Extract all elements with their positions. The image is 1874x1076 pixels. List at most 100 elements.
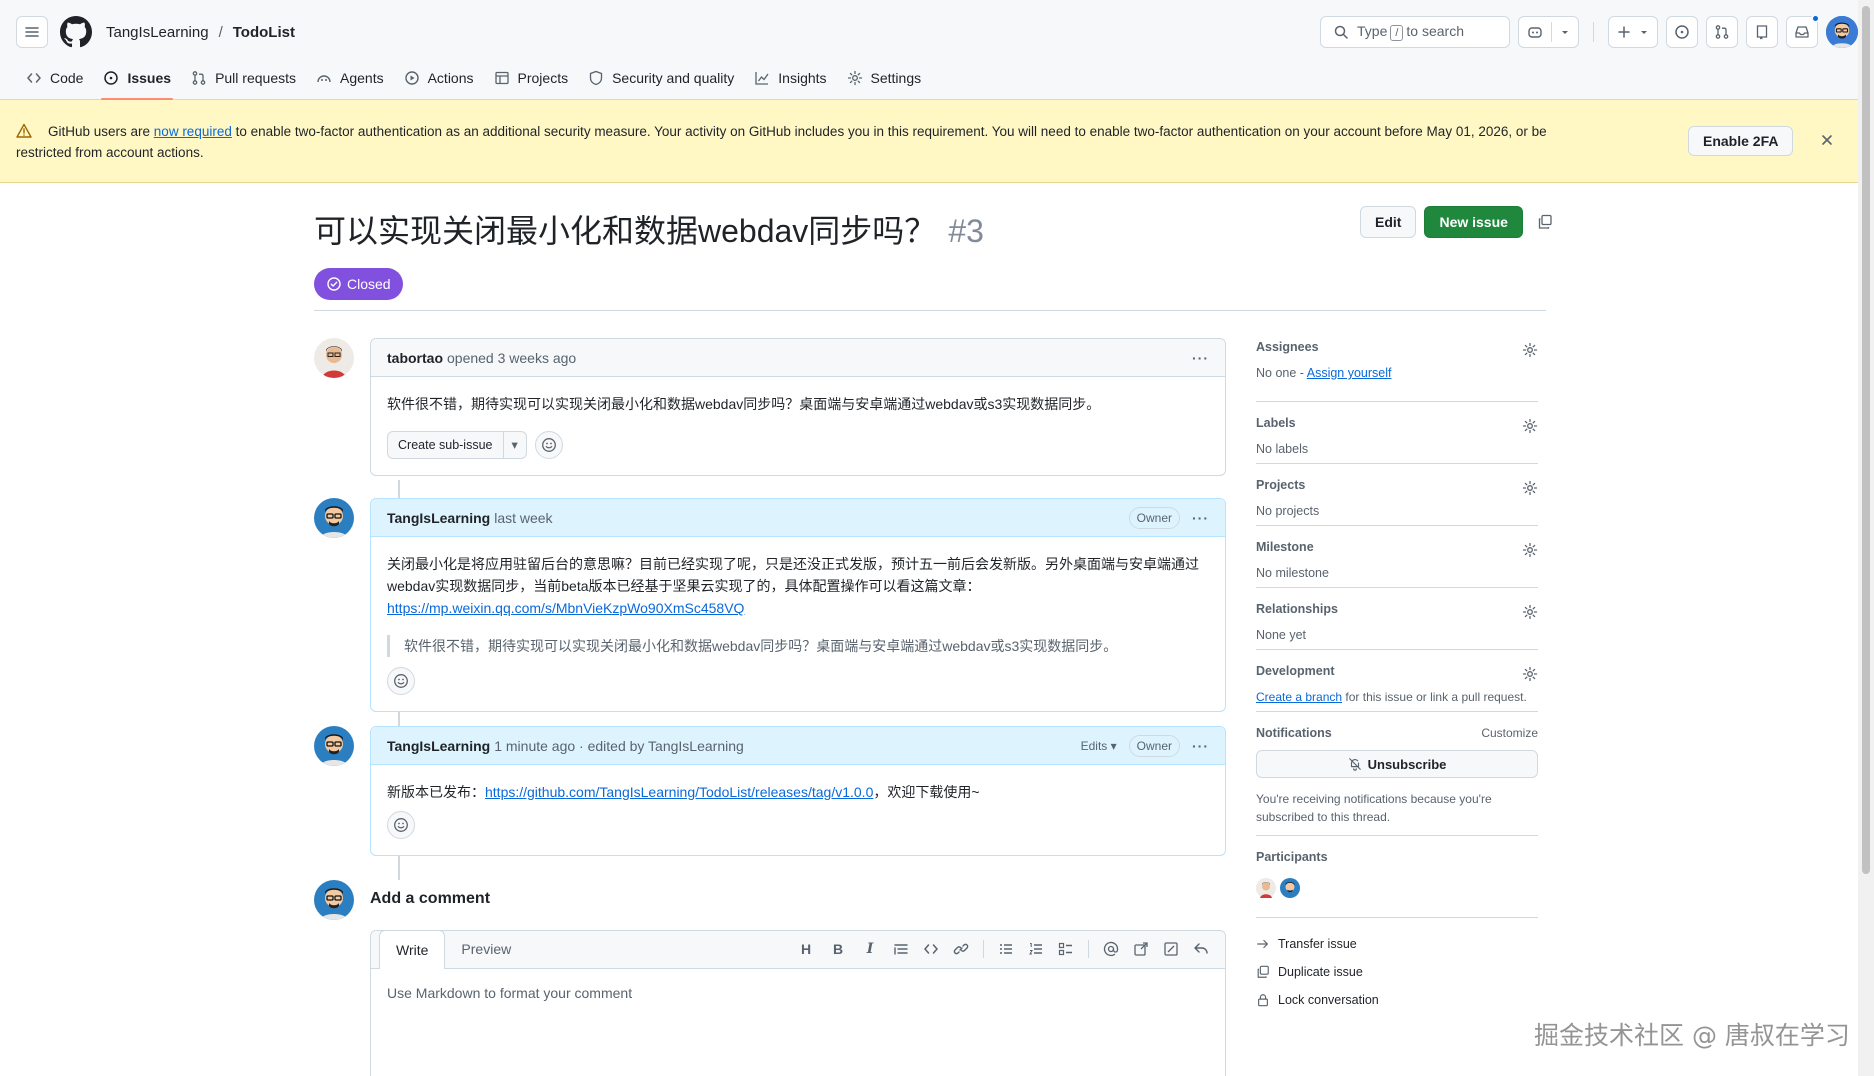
assign-yourself-link[interactable]: Assign yourself (1307, 366, 1392, 380)
development-heading: Development (1256, 664, 1335, 678)
comment-author[interactable]: TangIsLearning (387, 510, 490, 526)
tab-code[interactable]: Code (16, 64, 93, 100)
tab-issues[interactable]: Issues (93, 64, 181, 100)
tab-settings[interactable]: Settings (837, 64, 932, 100)
add-reaction-button[interactable] (387, 811, 415, 839)
lock-conversation-action[interactable]: Lock conversation (1256, 986, 1538, 1014)
notifications-button[interactable] (1786, 14, 1820, 48)
github-logo[interactable] (60, 16, 92, 48)
gear-icon[interactable] (1522, 604, 1538, 620)
tab-pull-requests[interactable]: Pull requests (181, 64, 306, 100)
enable-2fa-button[interactable]: Enable 2FA (1688, 126, 1794, 156)
avatar[interactable] (314, 498, 354, 538)
tab-write[interactable]: Write (379, 930, 446, 969)
gear-icon[interactable] (1522, 480, 1538, 496)
saved-reply-icon[interactable] (1163, 941, 1179, 957)
avatar[interactable] (314, 880, 354, 920)
quote-icon[interactable] (893, 941, 909, 957)
issue-opened-icon (104, 71, 119, 85)
avatar[interactable] (1256, 878, 1276, 898)
kebab-menu-icon[interactable]: ··· (1192, 350, 1209, 366)
cross-reference-icon[interactable] (1133, 941, 1149, 957)
issues-button[interactable] (1666, 16, 1698, 48)
breadcrumb-repo[interactable]: TodoList (233, 24, 295, 41)
mention-icon[interactable] (1103, 941, 1119, 957)
search-input[interactable]: Type / to search (1320, 16, 1510, 48)
unordered-list-icon[interactable] (998, 941, 1014, 957)
heading-icon[interactable]: H (797, 941, 815, 957)
comment-author[interactable]: TangIsLearning (387, 738, 490, 754)
user-avatar[interactable] (1826, 16, 1858, 48)
customize-link[interactable]: Customize (1481, 726, 1538, 740)
tab-actions-label: Actions (427, 70, 474, 86)
banner-text-start: GitHub users are (48, 124, 154, 139)
avatar[interactable] (314, 726, 354, 766)
gear-icon[interactable] (1522, 418, 1538, 434)
tab-projects[interactable]: Projects (484, 64, 579, 100)
issue-sidebar: Assignees No one - Assign yourself Label… (1256, 340, 1538, 1014)
avatar-image (1826, 16, 1858, 48)
create-new-button[interactable] (1608, 16, 1658, 48)
comment-textarea[interactable]: Use Markdown to format your comment (371, 969, 1225, 1017)
tab-preview[interactable]: Preview (445, 930, 527, 968)
tasklist-icon[interactable] (1058, 941, 1074, 957)
now-required-link[interactable]: now required (154, 124, 232, 139)
reply-icon[interactable] (1193, 941, 1209, 957)
divider (314, 310, 1546, 311)
copy-icon[interactable] (1537, 214, 1553, 230)
copilot-button[interactable] (1518, 16, 1579, 48)
breadcrumb-owner[interactable]: TangIsLearning (106, 24, 209, 41)
page-scrollbar[interactable] (1858, 0, 1874, 1076)
bold-icon[interactable]: B (829, 941, 847, 957)
transfer-issue-action[interactable]: Transfer issue (1256, 930, 1538, 958)
kebab-menu-icon[interactable]: ··· (1192, 738, 1209, 754)
pull-requests-button[interactable] (1706, 16, 1738, 48)
release-link[interactable]: https://github.com/TangIsLearning/TodoLi… (485, 784, 873, 800)
edit-button[interactable]: Edit (1360, 206, 1417, 238)
tab-insights[interactable]: Insights (744, 64, 836, 100)
assignees-heading: Assignees (1256, 340, 1319, 354)
create-sub-issue-button[interactable]: Create sub-issue ▾ (387, 431, 527, 459)
italic-icon[interactable]: I (861, 941, 879, 957)
ordered-list-icon[interactable] (1028, 941, 1044, 957)
avatar[interactable] (1280, 878, 1300, 898)
comment-timestamp[interactable]: opened 3 weeks ago (447, 350, 576, 366)
kebab-menu-icon[interactable]: ··· (1192, 510, 1209, 526)
tab-projects-label: Projects (517, 70, 569, 86)
scrollbar-thumb[interactable] (1862, 6, 1870, 874)
tab-security[interactable]: Security and quality (578, 64, 744, 100)
copilot-icon (1528, 27, 1542, 38)
add-reaction-button[interactable] (534, 431, 563, 459)
labels-value: No labels (1256, 442, 1309, 456)
avatar[interactable] (314, 338, 354, 378)
divider (1551, 22, 1552, 42)
gear-icon (847, 70, 862, 86)
comment-timestamp[interactable]: last week (494, 510, 552, 526)
menu-button[interactable] (16, 16, 48, 48)
new-issue-button[interactable]: New issue (1424, 206, 1523, 238)
repositories-button[interactable] (1746, 16, 1778, 48)
sidebar-milestone: Milestone No milestone (1256, 526, 1538, 588)
tab-actions[interactable]: Actions (394, 64, 484, 100)
header-top-row: TangIsLearning / TodoList Type / to search (0, 0, 1874, 64)
comment-header: tabortao opened 3 weeks ago ··· (371, 339, 1225, 377)
comment-timestamp[interactable]: 1 minute ago · edited by TangIsLearning (494, 738, 744, 754)
unsubscribe-button[interactable]: Unsubscribe (1256, 750, 1538, 778)
gear-icon[interactable] (1522, 342, 1538, 358)
add-reaction-button[interactable] (387, 667, 415, 695)
link-icon[interactable] (953, 941, 969, 957)
projects-value: No projects (1256, 504, 1320, 518)
gear-icon[interactable] (1522, 666, 1538, 682)
duplicate-issue-action[interactable]: Duplicate issue (1256, 958, 1538, 986)
code-icon[interactable] (923, 941, 939, 957)
banner-text-end: to enable two-factor authentication as a… (231, 124, 1547, 139)
close-icon[interactable] (1820, 133, 1834, 147)
comment-author[interactable]: tabortao (387, 350, 443, 366)
chevron-down-icon[interactable]: ▾ (504, 434, 526, 456)
gear-icon[interactable] (1522, 542, 1538, 558)
article-link[interactable]: https://mp.weixin.qq.com/s/MbnVieKzpWo90… (387, 600, 744, 616)
create-branch-link[interactable]: Create a branch (1256, 690, 1342, 704)
tab-agents[interactable]: Agents (306, 64, 394, 100)
comment-text: 软件很不错，期待实现可以实现关闭最小化和数据webdav同步吗？桌面端与安卓端通… (387, 396, 1101, 412)
edits-dropdown[interactable]: Edits ▾ (1081, 739, 1117, 753)
